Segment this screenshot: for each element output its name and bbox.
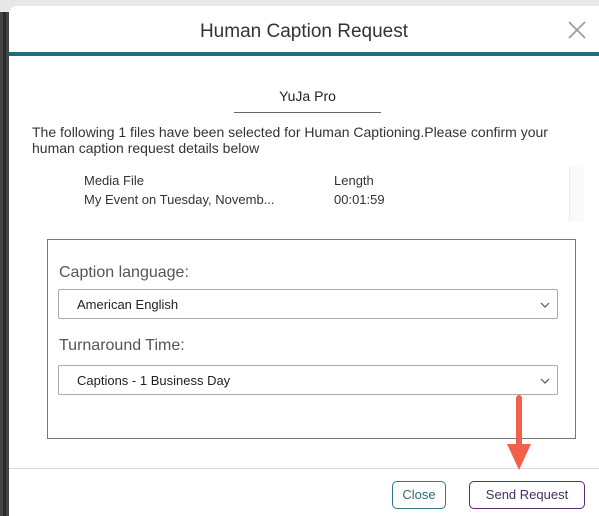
file-length-cell: 00:01:59 [334,192,385,207]
caption-language-select[interactable]: American English [58,289,558,319]
turnaround-time-value: Captions - 1 Business Day [77,373,231,388]
close-button[interactable]: Close [392,481,446,509]
background-window-edge [0,12,9,516]
turnaround-time-label: Turnaround Time: [59,337,185,354]
chevron-down-icon [540,378,550,384]
file-name-cell: My Event on Tuesday, Novemb... [84,192,275,207]
column-header-media-file: Media File [84,173,144,188]
caption-language-value: American English [77,297,179,312]
send-request-button[interactable]: Send Request [469,481,585,509]
dialog-header: Human Caption Request [9,6,599,56]
turnaround-time-select[interactable]: Captions - 1 Business Day [58,365,558,395]
account-name: YuJa Pro [234,88,381,113]
dialog-title: Human Caption Request [199,21,409,42]
file-list-scrollbar[interactable] [569,166,584,221]
caption-language-label: Caption language: [59,264,189,281]
column-header-length: Length [334,173,374,188]
caption-options-panel: Caption language: American English Turna… [47,239,576,439]
chevron-down-icon [540,302,550,308]
selected-files-table: Media File Length My Event on Tuesday, N… [84,168,574,220]
arrow-down-annotation [507,395,531,470]
human-caption-request-dialog: Human Caption Request YuJa Pro The follo… [9,6,599,516]
background-edge-strip [3,12,6,516]
intro-text: The following 1 files have been selected… [32,124,548,156]
close-x-icon[interactable] [565,18,589,42]
close-x-glyph [568,21,586,39]
